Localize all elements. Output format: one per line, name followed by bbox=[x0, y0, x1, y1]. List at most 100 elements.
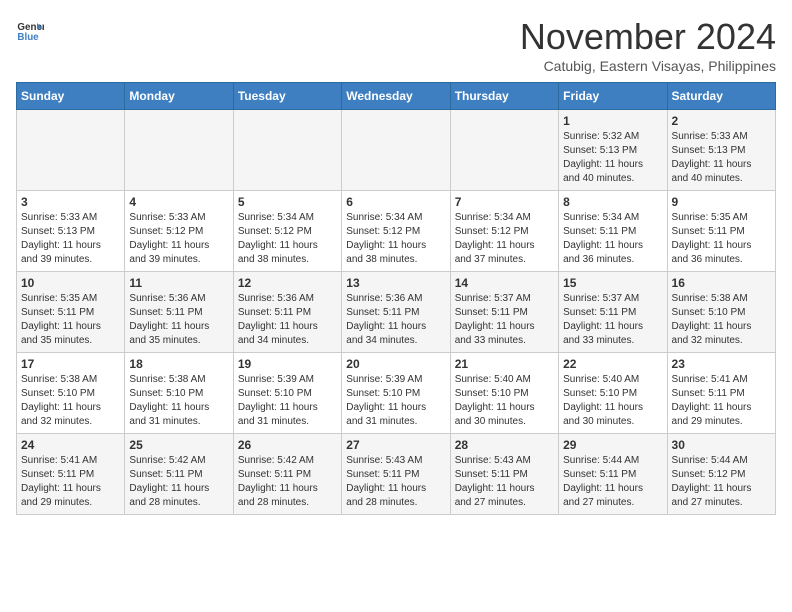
calendar-cell: 5 Sunrise: 5:34 AM Sunset: 5:12 PM Daylig… bbox=[233, 191, 341, 272]
day-info: Sunrise: 5:38 AM Sunset: 5:10 PM Dayligh… bbox=[129, 373, 228, 429]
day-number: 15 bbox=[563, 276, 662, 290]
weekday-header-saturday: Saturday bbox=[667, 83, 775, 110]
calendar-cell: 8 Sunrise: 5:34 AM Sunset: 5:11 PM Daylig… bbox=[559, 191, 667, 272]
day-number: 18 bbox=[129, 357, 228, 371]
day-info: Sunrise: 5:44 AM Sunset: 5:11 PM Dayligh… bbox=[563, 454, 662, 510]
day-number: 11 bbox=[129, 276, 228, 290]
day-info: Sunrise: 5:41 AM Sunset: 5:11 PM Dayligh… bbox=[21, 454, 120, 510]
day-number: 10 bbox=[21, 276, 120, 290]
day-number: 19 bbox=[238, 357, 337, 371]
calendar-cell: 17 Sunrise: 5:38 AM Sunset: 5:10 PM Dayli… bbox=[17, 353, 125, 434]
day-number: 24 bbox=[21, 438, 120, 452]
calendar-cell: 22 Sunrise: 5:40 AM Sunset: 5:10 PM Dayli… bbox=[559, 353, 667, 434]
calendar-cell: 27 Sunrise: 5:43 AM Sunset: 5:11 PM Dayli… bbox=[342, 434, 450, 515]
day-info: Sunrise: 5:35 AM Sunset: 5:11 PM Dayligh… bbox=[672, 211, 771, 267]
day-number: 8 bbox=[563, 195, 662, 209]
calendar-cell: 4 Sunrise: 5:33 AM Sunset: 5:12 PM Daylig… bbox=[125, 191, 233, 272]
weekday-header-tuesday: Tuesday bbox=[233, 83, 341, 110]
day-info: Sunrise: 5:43 AM Sunset: 5:11 PM Dayligh… bbox=[346, 454, 445, 510]
calendar-cell: 12Sunrise: 5:36 AM Sunset: 5:11 PM Dayli… bbox=[233, 272, 341, 353]
day-info: Sunrise: 5:36 AM Sunset: 5:11 PM Dayligh… bbox=[129, 292, 228, 348]
calendar-cell: 30 Sunrise: 5:44 AM Sunset: 5:12 PM Dayli… bbox=[667, 434, 775, 515]
day-number: 30 bbox=[672, 438, 771, 452]
day-info: Sunrise: 5:32 AM Sunset: 5:13 PM Dayligh… bbox=[563, 130, 662, 186]
calendar-cell: 28 Sunrise: 5:43 AM Sunset: 5:11 PM Dayli… bbox=[450, 434, 558, 515]
calendar-cell: 29 Sunrise: 5:44 AM Sunset: 5:11 PM Dayli… bbox=[559, 434, 667, 515]
weekday-header-friday: Friday bbox=[559, 83, 667, 110]
calendar-cell bbox=[125, 110, 233, 191]
day-number: 14 bbox=[455, 276, 554, 290]
calendar-cell: 9 Sunrise: 5:35 AM Sunset: 5:11 PM Daylig… bbox=[667, 191, 775, 272]
calendar-cell bbox=[450, 110, 558, 191]
calendar-cell: 20 Sunrise: 5:39 AM Sunset: 5:10 PM Dayli… bbox=[342, 353, 450, 434]
calendar-cell: 16 Sunrise: 5:38 AM Sunset: 5:10 PM Dayli… bbox=[667, 272, 775, 353]
day-info: Sunrise: 5:40 AM Sunset: 5:10 PM Dayligh… bbox=[455, 373, 554, 429]
day-info: Sunrise: 5:35 AM Sunset: 5:11 PM Dayligh… bbox=[21, 292, 120, 348]
day-number: 5 bbox=[238, 195, 337, 209]
day-info: Sunrise: 5:34 AM Sunset: 5:12 PM Dayligh… bbox=[455, 211, 554, 267]
calendar-cell: 1Sunrise: 5:32 AM Sunset: 5:13 PM Daylig… bbox=[559, 110, 667, 191]
page-header: General Blue November 2024 Catubig, East… bbox=[16, 16, 776, 74]
month-title: November 2024 bbox=[520, 16, 776, 58]
weekday-header-monday: Monday bbox=[125, 83, 233, 110]
calendar-cell: 2Sunrise: 5:33 AM Sunset: 5:13 PM Daylig… bbox=[667, 110, 775, 191]
day-number: 25 bbox=[129, 438, 228, 452]
calendar-cell bbox=[342, 110, 450, 191]
day-info: Sunrise: 5:33 AM Sunset: 5:12 PM Dayligh… bbox=[129, 211, 228, 267]
calendar-cell: 15 Sunrise: 5:37 AM Sunset: 5:11 PM Dayli… bbox=[559, 272, 667, 353]
logo: General Blue bbox=[16, 16, 44, 44]
day-info: Sunrise: 5:34 AM Sunset: 5:12 PM Dayligh… bbox=[238, 211, 337, 267]
day-info: Sunrise: 5:33 AM Sunset: 5:13 PM Dayligh… bbox=[21, 211, 120, 267]
day-number: 3 bbox=[21, 195, 120, 209]
day-number: 16 bbox=[672, 276, 771, 290]
logo-icon: General Blue bbox=[16, 16, 44, 44]
weekday-header-thursday: Thursday bbox=[450, 83, 558, 110]
day-info: Sunrise: 5:38 AM Sunset: 5:10 PM Dayligh… bbox=[672, 292, 771, 348]
day-info: Sunrise: 5:40 AM Sunset: 5:10 PM Dayligh… bbox=[563, 373, 662, 429]
day-number: 20 bbox=[346, 357, 445, 371]
day-info: Sunrise: 5:38 AM Sunset: 5:10 PM Dayligh… bbox=[21, 373, 120, 429]
calendar-cell: 24 Sunrise: 5:41 AM Sunset: 5:11 PM Dayli… bbox=[17, 434, 125, 515]
day-number: 4 bbox=[129, 195, 228, 209]
calendar-cell: 3 Sunrise: 5:33 AM Sunset: 5:13 PM Daylig… bbox=[17, 191, 125, 272]
day-info: Sunrise: 5:42 AM Sunset: 5:11 PM Dayligh… bbox=[129, 454, 228, 510]
day-info: Sunrise: 5:37 AM Sunset: 5:11 PM Dayligh… bbox=[563, 292, 662, 348]
day-number: 12 bbox=[238, 276, 337, 290]
calendar-cell: 10 Sunrise: 5:35 AM Sunset: 5:11 PM Dayli… bbox=[17, 272, 125, 353]
calendar-cell: 7 Sunrise: 5:34 AM Sunset: 5:12 PM Daylig… bbox=[450, 191, 558, 272]
day-info: Sunrise: 5:34 AM Sunset: 5:11 PM Dayligh… bbox=[563, 211, 662, 267]
calendar-table: SundayMondayTuesdayWednesdayThursdayFrid… bbox=[16, 82, 776, 515]
day-number: 2 bbox=[672, 114, 771, 128]
day-info: Sunrise: 5:44 AM Sunset: 5:12 PM Dayligh… bbox=[672, 454, 771, 510]
day-number: 21 bbox=[455, 357, 554, 371]
location: Catubig, Eastern Visayas, Philippines bbox=[520, 58, 776, 74]
day-info: Sunrise: 5:42 AM Sunset: 5:11 PM Dayligh… bbox=[238, 454, 337, 510]
day-number: 17 bbox=[21, 357, 120, 371]
svg-text:Blue: Blue bbox=[17, 32, 39, 43]
day-info: Sunrise: 5:37 AM Sunset: 5:11 PM Dayligh… bbox=[455, 292, 554, 348]
calendar-cell: 23 Sunrise: 5:41 AM Sunset: 5:11 PM Dayli… bbox=[667, 353, 775, 434]
calendar-cell: 19 Sunrise: 5:39 AM Sunset: 5:10 PM Dayli… bbox=[233, 353, 341, 434]
day-number: 27 bbox=[346, 438, 445, 452]
day-number: 29 bbox=[563, 438, 662, 452]
day-number: 22 bbox=[563, 357, 662, 371]
calendar-cell: 6Sunrise: 5:34 AM Sunset: 5:12 PM Daylig… bbox=[342, 191, 450, 272]
day-number: 9 bbox=[672, 195, 771, 209]
day-number: 13 bbox=[346, 276, 445, 290]
day-info: Sunrise: 5:34 AM Sunset: 5:12 PM Dayligh… bbox=[346, 211, 445, 267]
calendar-cell: 18 Sunrise: 5:38 AM Sunset: 5:10 PM Dayli… bbox=[125, 353, 233, 434]
calendar-cell: 26Sunrise: 5:42 AM Sunset: 5:11 PM Dayli… bbox=[233, 434, 341, 515]
day-info: Sunrise: 5:39 AM Sunset: 5:10 PM Dayligh… bbox=[346, 373, 445, 429]
calendar-cell bbox=[17, 110, 125, 191]
day-info: Sunrise: 5:41 AM Sunset: 5:11 PM Dayligh… bbox=[672, 373, 771, 429]
day-number: 23 bbox=[672, 357, 771, 371]
day-number: 7 bbox=[455, 195, 554, 209]
calendar-cell: 11 Sunrise: 5:36 AM Sunset: 5:11 PM Dayli… bbox=[125, 272, 233, 353]
day-info: Sunrise: 5:43 AM Sunset: 5:11 PM Dayligh… bbox=[455, 454, 554, 510]
day-info: Sunrise: 5:39 AM Sunset: 5:10 PM Dayligh… bbox=[238, 373, 337, 429]
calendar-cell: 25 Sunrise: 5:42 AM Sunset: 5:11 PM Dayli… bbox=[125, 434, 233, 515]
calendar-cell: 21 Sunrise: 5:40 AM Sunset: 5:10 PM Dayli… bbox=[450, 353, 558, 434]
day-number: 28 bbox=[455, 438, 554, 452]
weekday-header-wednesday: Wednesday bbox=[342, 83, 450, 110]
title-block: November 2024 Catubig, Eastern Visayas, … bbox=[520, 16, 776, 74]
